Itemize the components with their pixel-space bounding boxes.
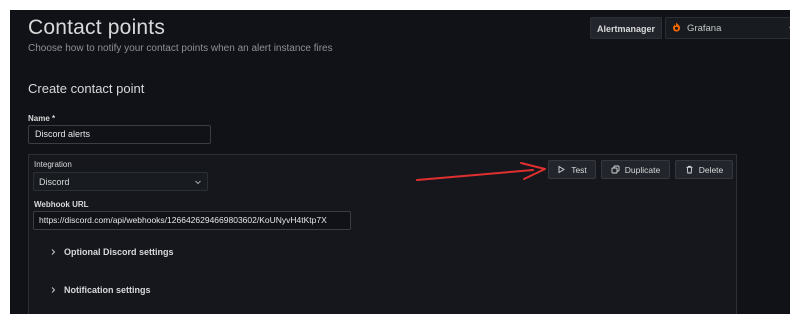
alertmanager-picker: Alertmanager Grafana [590,17,790,39]
section-title: Create contact point [28,81,145,96]
integration-select[interactable]: Discord [33,172,208,191]
grafana-flame-icon [672,22,681,35]
copy-icon [611,165,620,174]
page-subtitle: Choose how to notify your contact points… [28,43,333,54]
name-input[interactable]: Discord alerts [28,125,211,144]
play-outline-icon [558,165,566,174]
integration-label: Integration [34,160,72,169]
chevron-down-icon [789,26,790,29]
delete-button-label: Delete [698,164,724,175]
app-frame: Contact points Choose how to notify your… [10,10,790,314]
page-title: Contact points [28,16,166,39]
webhook-url-input[interactable]: https://discord.com/api/webhooks/1266426… [33,211,351,230]
alertmanager-label: Alertmanager [590,17,663,39]
delete-button[interactable]: Delete [675,160,733,179]
duplicate-button[interactable]: Duplicate [601,160,670,179]
chevron-right-icon [51,249,56,255]
alertmanager-value: Grafana [687,22,722,34]
name-label: Name * [28,114,56,123]
chevron-down-icon [195,180,201,184]
duplicate-button-label: Duplicate [624,164,661,175]
webhook-url-label: Webhook URL [34,200,89,209]
alertmanager-select[interactable]: Grafana [665,17,790,39]
test-button-label: Test [571,164,587,175]
optional-discord-settings-label: Optional Discord settings [64,247,174,257]
integration-value: Discord [39,176,70,187]
notification-settings-label: Notification settings [64,285,151,295]
chevron-right-icon [51,287,56,293]
notification-settings-toggle[interactable]: Notification settings [49,285,151,295]
annotation-arrow [416,162,546,181]
integration-panel: Integration Discord Webhook URL https://… [28,154,737,314]
optional-discord-settings-toggle[interactable]: Optional Discord settings [49,247,174,257]
trash-icon [686,165,693,174]
test-button[interactable]: Test [548,160,596,179]
